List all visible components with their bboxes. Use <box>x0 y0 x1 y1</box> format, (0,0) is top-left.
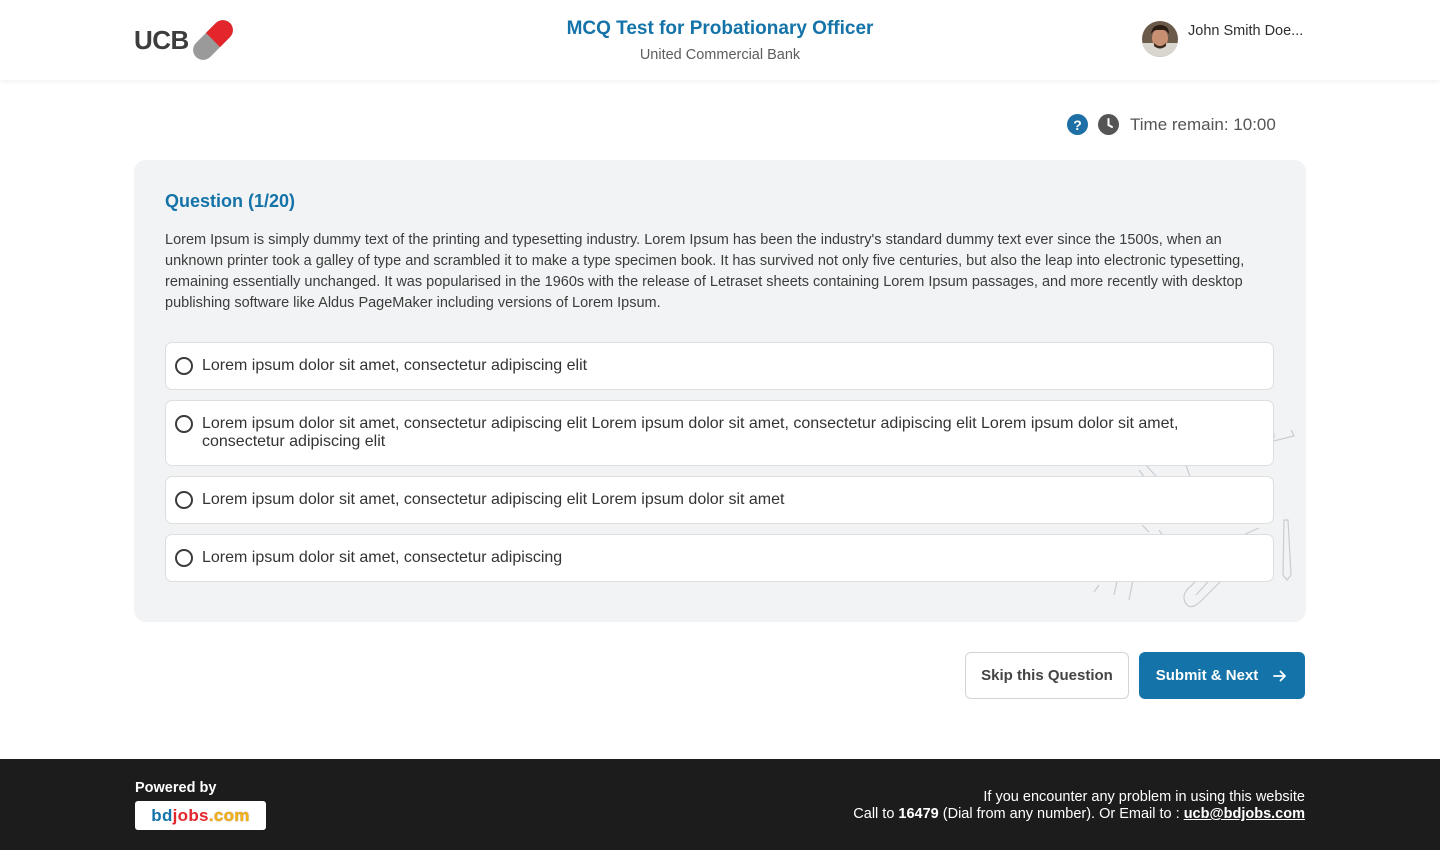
arrow-right-icon <box>1273 670 1287 681</box>
user-name: John Smith Doe... <box>1188 23 1304 39</box>
avatar-image <box>1142 21 1178 57</box>
brand-part-2: jobs <box>172 805 209 825</box>
support-line-2: Call to 16479 (Dial from any number). Or… <box>853 806 1305 823</box>
radio-button[interactable] <box>175 357 193 375</box>
user-profile[interactable]: John Smith Doe... <box>1142 21 1303 57</box>
option-label: Lorem ipsum dolor sit amet, consectetur … <box>202 415 1179 450</box>
question-title: Question (1/20) <box>165 191 296 211</box>
timer-bar: ? Time remain: 10:00 <box>1067 114 1276 135</box>
question-text: Lorem Ipsum is simply dummy text of the … <box>165 232 1245 311</box>
time-remaining: Time remain: 10:00 <box>1130 114 1276 134</box>
skip-label: Skip this Question <box>981 667 1113 684</box>
phone-number[interactable]: 16479 <box>898 806 938 822</box>
bdjobs-logo[interactable]: bd jobs .com <box>135 801 266 830</box>
submit-next-button[interactable]: Submit & Next <box>1139 652 1305 699</box>
brand-part-3: .com <box>208 805 250 825</box>
brand-part-1: bd <box>151 805 173 825</box>
clock-icon <box>1098 114 1119 135</box>
option-label: Lorem ipsum dolor sit amet, consectetur … <box>202 491 785 508</box>
answer-option[interactable]: Lorem ipsum dolor sit amet, consectetur … <box>165 342 1274 390</box>
radio-button[interactable] <box>175 491 193 509</box>
answer-option[interactable]: Lorem ipsum dolor sit amet, consectetur … <box>165 476 1274 524</box>
option-label: Lorem ipsum dolor sit amet, consectetur … <box>202 357 588 374</box>
radio-button[interactable] <box>175 549 193 567</box>
top-header: UCB MCQ Test for Probationary Officer Un… <box>0 0 1440 80</box>
option-label: Lorem ipsum dolor sit amet, consectetur … <box>202 549 563 566</box>
submit-label: Submit & Next <box>1155 667 1259 684</box>
footer: Powered by bd jobs .com If you encounter a… <box>0 759 1440 850</box>
support-contact: If you encounter any problem in using th… <box>853 789 1305 823</box>
call-suffix: (Dial from any number). Or Email to : <box>938 806 1184 822</box>
answer-option[interactable]: Lorem ipsum dolor sit amet, consectetur … <box>165 534 1274 582</box>
support-email-link[interactable]: ucb@bdjobs.com <box>1184 806 1305 822</box>
answer-option[interactable]: Lorem ipsum dolor sit amet, consectetur … <box>165 400 1274 466</box>
call-prefix: Call to <box>853 806 899 822</box>
help-icon[interactable]: ? <box>1067 114 1088 135</box>
question-card: Question (1/20) Lorem Ipsum is simply du… <box>134 160 1306 622</box>
avatar[interactable] <box>1142 21 1178 57</box>
powered-by-label: Powered by <box>135 780 217 796</box>
skip-question-button[interactable]: Skip this Question <box>965 652 1129 699</box>
radio-button[interactable] <box>175 415 193 433</box>
support-line-1: If you encounter any problem in using th… <box>983 789 1305 805</box>
